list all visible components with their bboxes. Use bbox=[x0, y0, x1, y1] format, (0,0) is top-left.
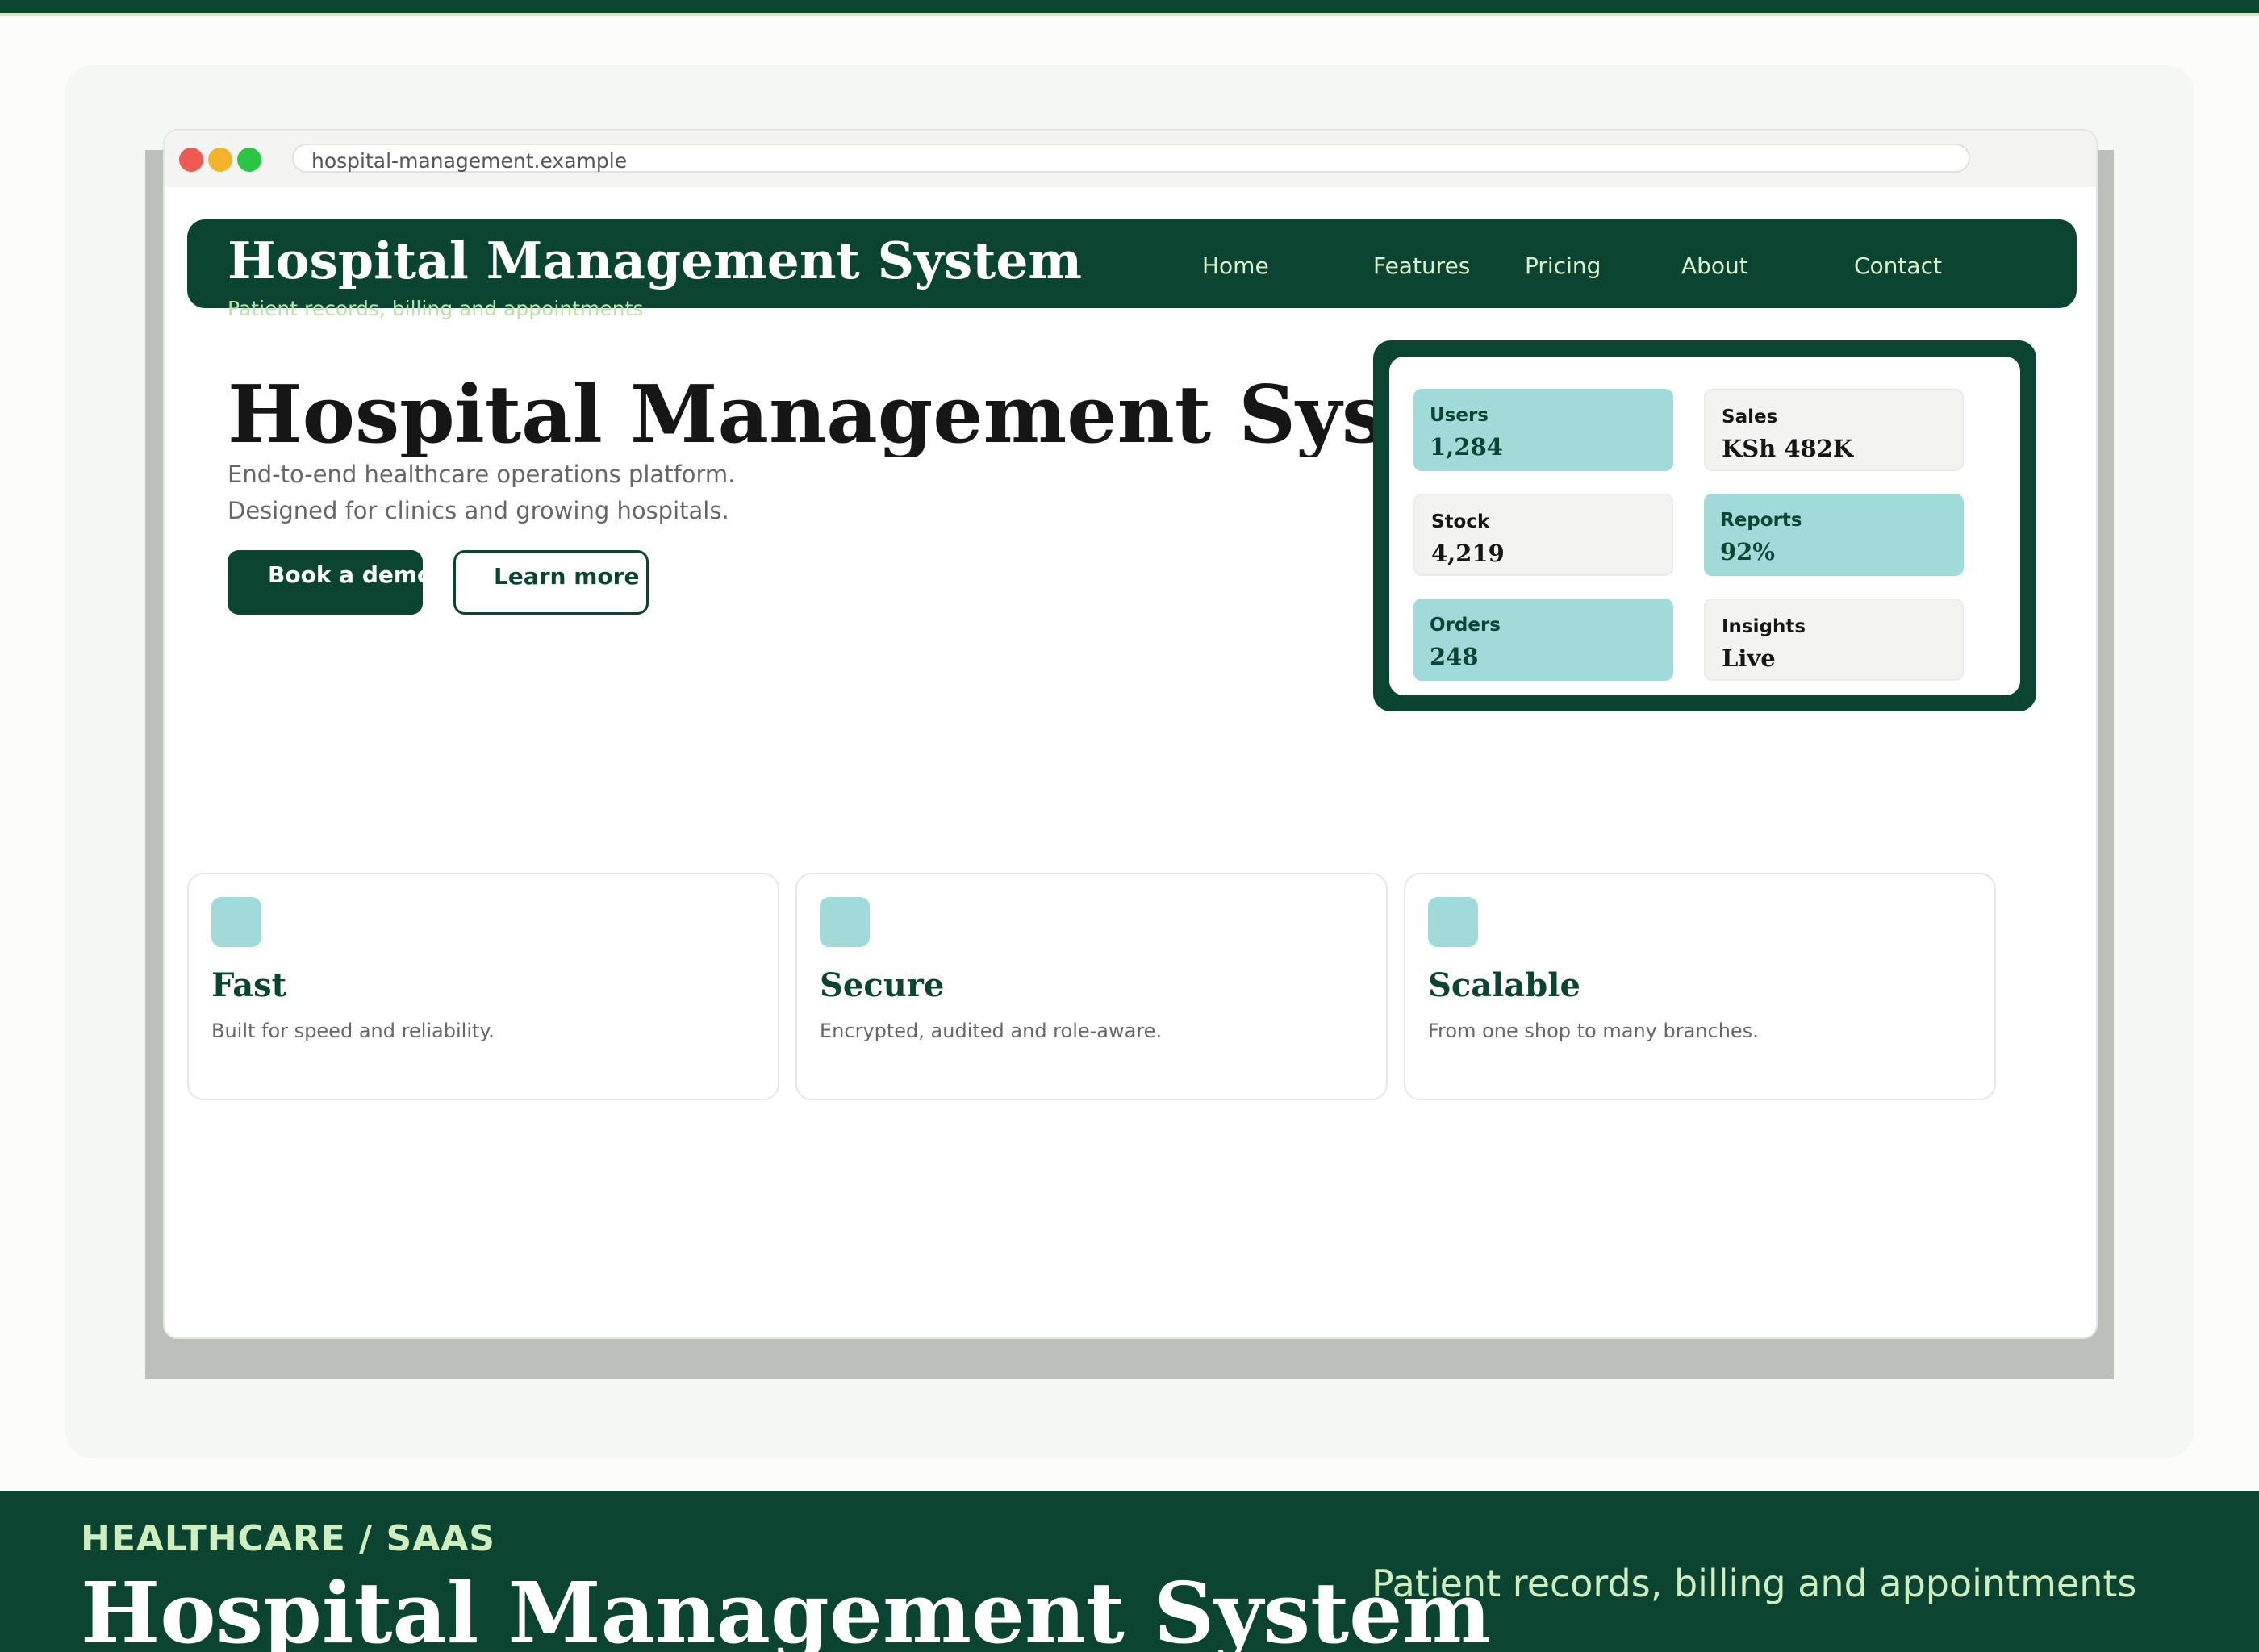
hero-description-line-1: End-to-end healthcare operations platfor… bbox=[228, 461, 736, 488]
nav-contact[interactable]: Contact bbox=[1854, 255, 1942, 277]
stat-card-sales: Sales KSh 482K bbox=[1704, 389, 1964, 471]
close-window-dot-icon[interactable] bbox=[179, 148, 203, 172]
stat-value: 92% bbox=[1720, 538, 1775, 565]
brand-subtitle: Patient records, billing and appointment… bbox=[228, 297, 644, 320]
stat-value: 1,284 bbox=[1430, 433, 1503, 461]
stat-value: 4,219 bbox=[1431, 540, 1505, 567]
nav-home[interactable]: Home bbox=[1202, 255, 1269, 277]
stat-value: Live bbox=[1722, 645, 1776, 672]
feature-description: Built for speed and reliability. bbox=[211, 1020, 495, 1042]
stat-label: Users bbox=[1430, 405, 1489, 426]
stat-card-insights: Insights Live bbox=[1704, 599, 1964, 681]
nav-pricing[interactable]: Pricing bbox=[1525, 255, 1601, 277]
minimize-window-dot-icon[interactable] bbox=[208, 148, 232, 172]
browser-chrome-bar: hospital-management.example bbox=[165, 131, 2096, 187]
footer-title: Hospital Management System bbox=[81, 1563, 1492, 1652]
feature-card-fast: Fast Built for speed and reliability. bbox=[187, 873, 779, 1100]
feature-card-secure: Secure Encrypted, audited and role-aware… bbox=[795, 873, 1388, 1100]
stat-card-stock: Stock 4,219 bbox=[1413, 494, 1673, 576]
footer-category: HEALTHCARE / SAAS bbox=[81, 1518, 495, 1559]
stat-label: Sales bbox=[1722, 407, 1778, 428]
feature-fast-icon bbox=[211, 897, 261, 947]
stats-panel: Users 1,284 Sales KSh 482K Stock 4,219 R… bbox=[1373, 340, 2036, 711]
feature-scalable-icon bbox=[1428, 897, 1478, 947]
feature-description: From one shop to many branches. bbox=[1428, 1020, 1759, 1042]
hero-title: Hospital Management System bbox=[228, 374, 1486, 457]
app-header: Hospital Management System Patient recor… bbox=[187, 219, 2077, 319]
stat-label: Stock bbox=[1431, 511, 1490, 532]
maximize-window-dot-icon[interactable] bbox=[237, 148, 261, 172]
learn-more-button[interactable]: Learn more bbox=[453, 550, 649, 615]
top-accent-stripe bbox=[0, 13, 2259, 16]
browser-window: hospital-management.example Hospital Man… bbox=[163, 129, 2098, 1339]
stat-card-users: Users 1,284 bbox=[1413, 389, 1673, 471]
book-demo-button[interactable]: Book a demo bbox=[228, 550, 423, 615]
stat-label: Reports bbox=[1720, 510, 1802, 531]
feature-title: Fast bbox=[211, 966, 287, 1004]
brand-title[interactable]: Hospital Management System bbox=[228, 236, 1082, 286]
feature-title: Secure bbox=[820, 966, 945, 1004]
hero-description-line-2: Designed for clinics and growing hospita… bbox=[228, 497, 729, 524]
stats-grid: Users 1,284 Sales KSh 482K Stock 4,219 R… bbox=[1389, 357, 2020, 695]
feature-secure-icon bbox=[820, 897, 870, 947]
nav-about[interactable]: About bbox=[1681, 255, 1748, 277]
address-bar-url: hospital-management.example bbox=[311, 149, 628, 173]
stat-label: Orders bbox=[1430, 615, 1501, 636]
stat-value: KSh 482K bbox=[1722, 435, 1854, 462]
feature-title: Scalable bbox=[1428, 966, 1580, 1004]
stat-card-orders: Orders 248 bbox=[1413, 599, 1673, 681]
nav-features[interactable]: Features bbox=[1373, 255, 1470, 277]
feature-description: Encrypted, audited and role-aware. bbox=[820, 1020, 1163, 1042]
stat-value: 248 bbox=[1430, 643, 1479, 670]
top-brand-stripe bbox=[0, 0, 2259, 13]
feature-card-scalable: Scalable From one shop to many branches. bbox=[1404, 873, 1996, 1100]
footer-banner: HEALTHCARE / SAAS Hospital Management Sy… bbox=[0, 1491, 2259, 1652]
stat-card-reports: Reports 92% bbox=[1704, 494, 1964, 576]
footer-subtitle: Patient records, billing and appointment… bbox=[1372, 1562, 2137, 1605]
stat-label: Insights bbox=[1722, 616, 1806, 637]
address-bar[interactable]: hospital-management.example bbox=[292, 144, 1970, 173]
